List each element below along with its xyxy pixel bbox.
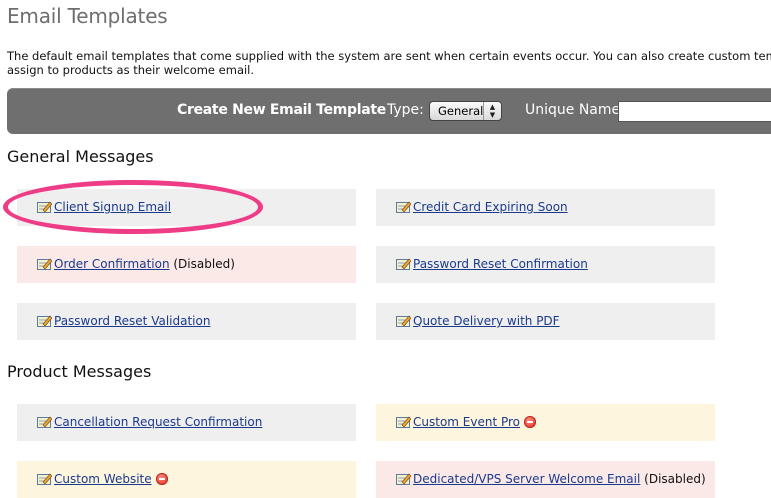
- edit-template-icon: [37, 315, 52, 327]
- template-card: Credit Card Expiring Soon: [376, 189, 715, 226]
- delete-icon[interactable]: [155, 472, 168, 485]
- edit-template-icon: [37, 473, 52, 485]
- product-messages-heading: Product Messages: [7, 362, 152, 381]
- type-select-value: General: [438, 104, 484, 118]
- template-card: Cancellation Request Confirmation: [17, 404, 356, 441]
- create-template-title: Create New Email Template: [177, 102, 387, 118]
- delete-icon[interactable]: [524, 415, 537, 428]
- type-select[interactable]: General ▲ ▼: [429, 101, 502, 121]
- template-link-custom-event-pro[interactable]: Custom Event Pro: [413, 415, 520, 429]
- edit-template-icon: [37, 258, 52, 270]
- template-link-dedicated-vps-server-welcome-email[interactable]: Dedicated/VPS Server Welcome Email: [413, 472, 640, 486]
- unique-name-input[interactable]: [618, 101, 771, 122]
- template-link-client-signup-email[interactable]: Client Signup Email: [54, 200, 171, 214]
- general-messages-heading: General Messages: [7, 147, 154, 166]
- template-link-order-confirmation[interactable]: Order Confirmation: [54, 257, 170, 271]
- template-status-suffix: (Disabled): [169, 257, 235, 271]
- template-card: Client Signup Email: [17, 189, 356, 226]
- template-link-cancellation-request-confirmation[interactable]: Cancellation Request Confirmation: [54, 415, 262, 429]
- template-link-password-reset-confirmation[interactable]: Password Reset Confirmation: [413, 257, 588, 271]
- template-link-credit-card-expiring-soon[interactable]: Credit Card Expiring Soon: [413, 200, 568, 214]
- intro-line-2: assign to products as their welcome emai…: [7, 63, 255, 77]
- template-card: Quote Delivery with PDF: [376, 303, 715, 340]
- edit-template-icon: [37, 416, 52, 428]
- edit-template-icon: [396, 201, 411, 213]
- template-link-quote-delivery-with-pdf[interactable]: Quote Delivery with PDF: [413, 314, 560, 328]
- edit-template-icon: [37, 201, 52, 213]
- select-arrows-icon: ▲ ▼: [483, 102, 501, 120]
- intro-line-1: The default email templates that come su…: [7, 49, 771, 63]
- intro-text: The default email templates that come su…: [7, 49, 771, 77]
- template-card: Custom Event Pro: [376, 404, 715, 441]
- template-card: Order Confirmation (Disabled): [17, 246, 356, 283]
- edit-template-icon: [396, 258, 411, 270]
- create-template-bar: Create New Email Template Type: General …: [7, 88, 771, 134]
- page-title: Email Templates: [7, 4, 168, 28]
- edit-template-icon: [396, 315, 411, 327]
- type-label: Type:: [387, 102, 424, 118]
- template-card: Password Reset Validation: [17, 303, 356, 340]
- template-card: Dedicated/VPS Server Welcome Email (Disa…: [376, 461, 715, 498]
- unique-name-label: Unique Name:: [525, 102, 625, 118]
- template-link-custom-website[interactable]: Custom Website: [54, 472, 152, 486]
- template-link-password-reset-validation[interactable]: Password Reset Validation: [54, 314, 210, 328]
- template-card: Custom Website: [17, 461, 356, 498]
- edit-template-icon: [396, 473, 411, 485]
- template-status-suffix: (Disabled): [640, 472, 706, 486]
- template-card: Password Reset Confirmation: [376, 246, 715, 283]
- edit-template-icon: [396, 416, 411, 428]
